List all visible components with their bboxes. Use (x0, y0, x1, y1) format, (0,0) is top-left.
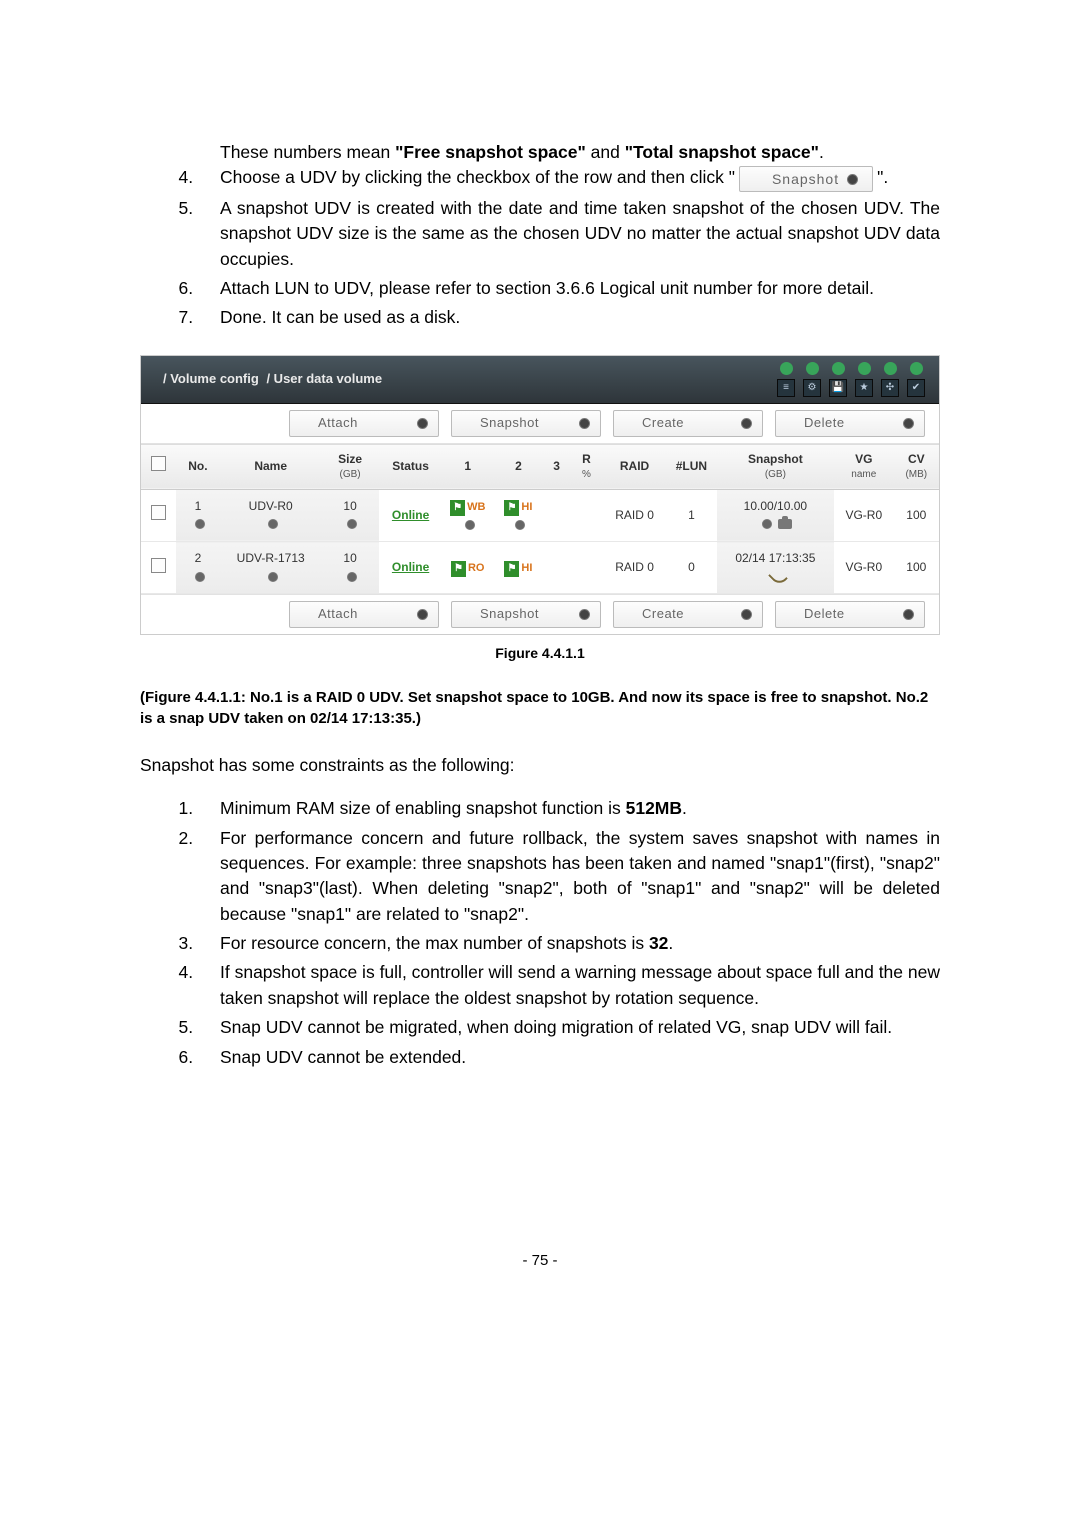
page-number: - 75 - (140, 1250, 940, 1272)
create-button[interactable]: Create (613, 601, 763, 628)
col-vg: VGname (834, 444, 894, 489)
row-c3 (543, 489, 569, 542)
constraint-5: Snap UDV cannot be migrated, when doing … (198, 1015, 940, 1040)
tool-icon[interactable]: ⚙ (803, 379, 821, 397)
action-bar-top: Attach Snapshot Create Delete (141, 404, 939, 444)
row-vg: VG-R0 (834, 489, 894, 542)
row-snapshot: 02/14 17:13:35 (717, 542, 834, 594)
row-size: 10 (321, 489, 379, 542)
row-c1: ⚑RO (442, 542, 494, 594)
list-icon[interactable]: ≡ (777, 379, 795, 397)
help-icon[interactable]: ✔ (907, 379, 925, 397)
table-row: 2UDV-R-171310Online⚑RO⚑HI RAID 0002/14 17… (141, 542, 939, 594)
step-5: A snapshot UDV is created with the date … (198, 196, 940, 272)
attach-button[interactable]: Attach (289, 410, 439, 437)
row-r (570, 542, 603, 594)
col-2: 2 (494, 444, 544, 489)
udv-table: No. Name Size(GB) Status 1 2 3 R% RAID #… (141, 444, 939, 595)
row-c3 (543, 542, 569, 594)
delete-button[interactable]: Delete (775, 410, 925, 437)
create-button[interactable]: Create (613, 410, 763, 437)
snapshot-button[interactable]: Snapshot (451, 601, 601, 628)
table-row: 1UDV-R010Online⚑WB⚑HIRAID 0110.00/10.00V… (141, 489, 939, 542)
figure-header: / Volume config / User data volume ≡ ⚙ 💾… (141, 356, 939, 404)
row-cv: 100 (894, 542, 939, 594)
row-name: UDV-R0 (220, 489, 321, 542)
row-r (570, 489, 603, 542)
row-no: 1 (176, 489, 221, 542)
attach-button[interactable]: Attach (289, 601, 439, 628)
constraints-intro: Snapshot has some constraints as the fol… (140, 753, 940, 778)
col-snapshot: Snapshot(GB) (717, 444, 834, 489)
row-lun: 0 (666, 542, 717, 594)
intro-line: These numbers mean "Free snapshot space"… (220, 140, 940, 165)
steps-list-1: Choose a UDV by clicking the checkbox of… (140, 165, 940, 330)
udv-config-figure: / Volume config / User data volume ≡ ⚙ 💾… (140, 355, 940, 635)
row-raid: RAID 0 (603, 542, 666, 594)
snapshot-button-inline[interactable]: Snapshot (739, 166, 873, 192)
figure-description: (Figure 4.4.1.1: No.1 is a RAID 0 UDV. S… (140, 687, 940, 729)
row-status: Online (379, 489, 442, 542)
col-3: 3 (543, 444, 569, 489)
row-c2: ⚑HI (494, 542, 544, 594)
breadcrumb: / Volume config / User data volume (163, 370, 386, 389)
row-lun: 1 (666, 489, 717, 542)
row-status: Online (379, 542, 442, 594)
constraint-6: Snap UDV cannot be extended. (198, 1045, 940, 1070)
row-select[interactable] (141, 489, 176, 542)
net-icon[interactable]: ✣ (881, 379, 899, 397)
col-select[interactable] (141, 444, 176, 489)
step-4: Choose a UDV by clicking the checkbox of… (198, 165, 940, 192)
constraint-1: Minimum RAM size of enabling snapshot fu… (198, 796, 940, 821)
row-select[interactable] (141, 542, 176, 594)
col-status: Status (379, 444, 442, 489)
camera-icon[interactable] (778, 519, 792, 529)
constraint-4: If snapshot space is full, controller wi… (198, 960, 940, 1011)
save-icon[interactable]: 💾 (829, 379, 847, 397)
row-size: 10 (321, 542, 379, 594)
constraints-list: Minimum RAM size of enabling snapshot fu… (140, 796, 940, 1070)
row-no: 2 (176, 542, 221, 594)
constraint-3: For resource concern, the max number of … (198, 931, 940, 956)
col-1: 1 (442, 444, 494, 489)
header-icons: ≡ ⚙ 💾 ★ ✣ ✔ (777, 362, 925, 397)
col-cv: CV(MB) (894, 444, 939, 489)
undo-icon[interactable] (768, 567, 788, 587)
user-icon[interactable]: ★ (855, 379, 873, 397)
constraint-2: For performance concern and future rollb… (198, 826, 940, 928)
row-vg: VG-R0 (834, 542, 894, 594)
row-snapshot: 10.00/10.00 (717, 489, 834, 542)
row-cv: 100 (894, 489, 939, 542)
row-name: UDV-R-1713 (220, 542, 321, 594)
row-raid: RAID 0 (603, 489, 666, 542)
col-size: Size(GB) (321, 444, 379, 489)
col-r: R% (570, 444, 603, 489)
col-name: Name (220, 444, 321, 489)
col-raid: RAID (603, 444, 666, 489)
snapshot-button[interactable]: Snapshot (451, 410, 601, 437)
figure-caption: Figure 4.4.1.1 (140, 643, 940, 663)
action-bar-bottom: Attach Snapshot Create Delete (141, 594, 939, 634)
step-6: Attach LUN to UDV, please refer to secti… (198, 276, 940, 301)
row-c1: ⚑WB (442, 489, 494, 542)
step-7: Done. It can be used as a disk. (198, 305, 940, 330)
delete-button[interactable]: Delete (775, 601, 925, 628)
col-lun: #LUN (666, 444, 717, 489)
row-c2: ⚑HI (494, 489, 544, 542)
col-no: No. (176, 444, 221, 489)
